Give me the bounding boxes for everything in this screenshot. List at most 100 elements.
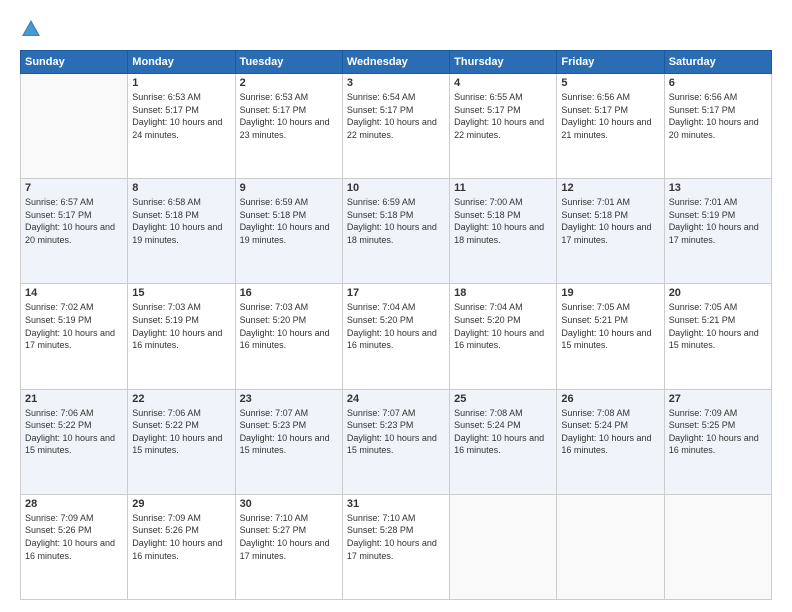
day-info: Sunrise: 6:56 AMSunset: 5:17 PMDaylight:…	[561, 91, 659, 141]
calendar-header-tuesday: Tuesday	[235, 51, 342, 74]
calendar-header-monday: Monday	[128, 51, 235, 74]
calendar-cell	[21, 74, 128, 179]
day-number: 13	[669, 182, 767, 194]
day-number: 8	[132, 182, 230, 194]
calendar-header-row: SundayMondayTuesdayWednesdayThursdayFrid…	[21, 51, 772, 74]
calendar-cell: 31 Sunrise: 7:10 AMSunset: 5:28 PMDayligh…	[342, 494, 449, 599]
day-number: 28	[25, 498, 123, 510]
day-info: Sunrise: 6:57 AMSunset: 5:17 PMDaylight:…	[25, 196, 123, 246]
calendar-cell: 12Sunrise: 7:01 AMSunset: 5:18 PMDayligh…	[557, 179, 664, 284]
day-info: Sunrise: 6:53 AMSunset: 5:17 PMDaylight:…	[240, 91, 338, 141]
day-info: Sunrise: 6:59 AMSunset: 5:18 PMDaylight:…	[240, 196, 338, 246]
calendar-cell: 18Sunrise: 7:04 AMSunset: 5:20 PMDayligh…	[450, 284, 557, 389]
day-info: Sunrise: 6:54 AMSunset: 5:17 PMDaylight:…	[347, 91, 445, 141]
calendar-cell: 29 Sunrise: 7:09 AMSunset: 5:26 PMDayligh…	[128, 494, 235, 599]
day-info: Sunrise: 7:08 AMSunset: 5:24 PMDaylight:…	[561, 407, 659, 457]
calendar-header-wednesday: Wednesday	[342, 51, 449, 74]
calendar-header-sunday: Sunday	[21, 51, 128, 74]
calendar-cell: 11Sunrise: 7:00 AMSunset: 5:18 PMDayligh…	[450, 179, 557, 284]
calendar-cell: 15 Sunrise: 7:03 AMSunset: 5:19 PMDayligh…	[128, 284, 235, 389]
calendar-cell: 26 Sunrise: 7:08 AMSunset: 5:24 PMDayligh…	[557, 389, 664, 494]
calendar-week-row-2: 14 Sunrise: 7:02 AMSunset: 5:19 PMDayligh…	[21, 284, 772, 389]
day-number: 31	[347, 498, 445, 510]
day-number: 2	[240, 77, 338, 89]
calendar-cell	[450, 494, 557, 599]
day-info: Sunrise: 7:09 AMSunset: 5:26 PMDaylight:…	[132, 512, 230, 562]
calendar-cell: 19 Sunrise: 7:05 AMSunset: 5:21 PMDayligh…	[557, 284, 664, 389]
calendar-cell: 1 Sunrise: 6:53 AMSunset: 5:17 PMDaylight…	[128, 74, 235, 179]
calendar-cell: 13 Sunrise: 7:01 AMSunset: 5:19 PMDayligh…	[664, 179, 771, 284]
day-info: Sunrise: 7:02 AMSunset: 5:19 PMDaylight:…	[25, 301, 123, 351]
day-info: Sunrise: 7:05 AMSunset: 5:21 PMDaylight:…	[669, 301, 767, 351]
day-number: 15	[132, 287, 230, 299]
day-number: 1	[132, 77, 230, 89]
day-number: 24	[347, 393, 445, 405]
day-info: Sunrise: 7:10 AMSunset: 5:28 PMDaylight:…	[347, 512, 445, 562]
calendar-cell: 21Sunrise: 7:06 AMSunset: 5:22 PMDayligh…	[21, 389, 128, 494]
day-info: Sunrise: 7:07 AMSunset: 5:23 PMDaylight:…	[240, 407, 338, 457]
calendar-cell: 2 Sunrise: 6:53 AMSunset: 5:17 PMDaylight…	[235, 74, 342, 179]
day-info: Sunrise: 6:58 AMSunset: 5:18 PMDaylight:…	[132, 196, 230, 246]
day-number: 19	[561, 287, 659, 299]
day-number: 7	[25, 182, 123, 194]
calendar-cell: 9 Sunrise: 6:59 AMSunset: 5:18 PMDaylight…	[235, 179, 342, 284]
calendar-header-saturday: Saturday	[664, 51, 771, 74]
day-number: 27	[669, 393, 767, 405]
day-info: Sunrise: 7:06 AMSunset: 5:22 PMDaylight:…	[25, 407, 123, 457]
calendar-cell: 17 Sunrise: 7:04 AMSunset: 5:20 PMDayligh…	[342, 284, 449, 389]
calendar-cell	[557, 494, 664, 599]
day-info: Sunrise: 7:06 AMSunset: 5:22 PMDaylight:…	[132, 407, 230, 457]
calendar-cell: 20 Sunrise: 7:05 AMSunset: 5:21 PMDayligh…	[664, 284, 771, 389]
day-number: 22	[132, 393, 230, 405]
day-number: 30	[240, 498, 338, 510]
day-info: Sunrise: 7:05 AMSunset: 5:21 PMDaylight:…	[561, 301, 659, 351]
calendar-cell: 25Sunrise: 7:08 AMSunset: 5:24 PMDayligh…	[450, 389, 557, 494]
day-info: Sunrise: 7:09 AMSunset: 5:25 PMDaylight:…	[669, 407, 767, 457]
day-number: 6	[669, 77, 767, 89]
day-info: Sunrise: 7:04 AMSunset: 5:20 PMDaylight:…	[454, 301, 552, 351]
day-number: 10	[347, 182, 445, 194]
calendar-cell: 28 Sunrise: 7:09 AMSunset: 5:26 PMDayligh…	[21, 494, 128, 599]
calendar-cell: 7 Sunrise: 6:57 AMSunset: 5:17 PMDaylight…	[21, 179, 128, 284]
calendar-week-row-4: 28 Sunrise: 7:09 AMSunset: 5:26 PMDayligh…	[21, 494, 772, 599]
calendar-header-friday: Friday	[557, 51, 664, 74]
calendar-cell: 10Sunrise: 6:59 AMSunset: 5:18 PMDayligh…	[342, 179, 449, 284]
day-info: Sunrise: 6:55 AMSunset: 5:17 PMDaylight:…	[454, 91, 552, 141]
day-number: 4	[454, 77, 552, 89]
calendar-header-thursday: Thursday	[450, 51, 557, 74]
calendar-cell: 3Sunrise: 6:54 AMSunset: 5:17 PMDaylight…	[342, 74, 449, 179]
calendar-week-row-0: 1 Sunrise: 6:53 AMSunset: 5:17 PMDaylight…	[21, 74, 772, 179]
calendar-cell: 24 Sunrise: 7:07 AMSunset: 5:23 PMDayligh…	[342, 389, 449, 494]
calendar-cell: 8 Sunrise: 6:58 AMSunset: 5:18 PMDaylight…	[128, 179, 235, 284]
calendar-table: SundayMondayTuesdayWednesdayThursdayFrid…	[20, 50, 772, 600]
day-number: 14	[25, 287, 123, 299]
day-number: 25	[454, 393, 552, 405]
calendar-cell: 5 Sunrise: 6:56 AMSunset: 5:17 PMDaylight…	[557, 74, 664, 179]
calendar-cell: 6 Sunrise: 6:56 AMSunset: 5:17 PMDaylight…	[664, 74, 771, 179]
calendar-cell: 22 Sunrise: 7:06 AMSunset: 5:22 PMDayligh…	[128, 389, 235, 494]
day-info: Sunrise: 6:53 AMSunset: 5:17 PMDaylight:…	[132, 91, 230, 141]
day-info: Sunrise: 7:04 AMSunset: 5:20 PMDaylight:…	[347, 301, 445, 351]
calendar-cell: 16Sunrise: 7:03 AMSunset: 5:20 PMDayligh…	[235, 284, 342, 389]
day-info: Sunrise: 7:03 AMSunset: 5:19 PMDaylight:…	[132, 301, 230, 351]
header	[20, 18, 772, 40]
day-info: Sunrise: 7:09 AMSunset: 5:26 PMDaylight:…	[25, 512, 123, 562]
day-number: 29	[132, 498, 230, 510]
calendar-week-row-3: 21Sunrise: 7:06 AMSunset: 5:22 PMDayligh…	[21, 389, 772, 494]
day-number: 9	[240, 182, 338, 194]
calendar-week-row-1: 7 Sunrise: 6:57 AMSunset: 5:17 PMDaylight…	[21, 179, 772, 284]
day-number: 23	[240, 393, 338, 405]
day-info: Sunrise: 7:07 AMSunset: 5:23 PMDaylight:…	[347, 407, 445, 457]
calendar-cell: 27 Sunrise: 7:09 AMSunset: 5:25 PMDayligh…	[664, 389, 771, 494]
day-number: 5	[561, 77, 659, 89]
day-number: 20	[669, 287, 767, 299]
day-info: Sunrise: 7:10 AMSunset: 5:27 PMDaylight:…	[240, 512, 338, 562]
day-number: 17	[347, 287, 445, 299]
day-info: Sunrise: 7:01 AMSunset: 5:19 PMDaylight:…	[669, 196, 767, 246]
calendar-cell: 23 Sunrise: 7:07 AMSunset: 5:23 PMDayligh…	[235, 389, 342, 494]
calendar-cell	[664, 494, 771, 599]
calendar-cell: 14 Sunrise: 7:02 AMSunset: 5:19 PMDayligh…	[21, 284, 128, 389]
day-info: Sunrise: 6:56 AMSunset: 5:17 PMDaylight:…	[669, 91, 767, 141]
day-info: Sunrise: 7:00 AMSunset: 5:18 PMDaylight:…	[454, 196, 552, 246]
day-number: 26	[561, 393, 659, 405]
